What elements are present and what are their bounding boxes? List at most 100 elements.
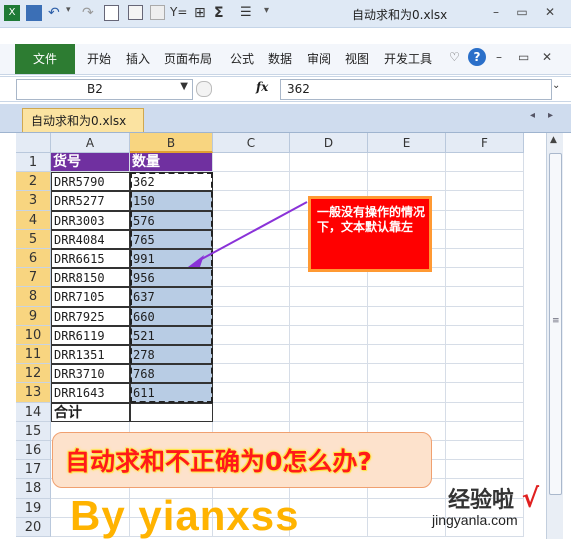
cell-c13[interactable] (213, 383, 290, 403)
cell-e13[interactable] (368, 383, 446, 403)
row-header-6[interactable]: 6 (16, 249, 51, 269)
tab-file[interactable]: 文件 (15, 44, 75, 74)
tab-home[interactable]: 开始 (87, 50, 111, 67)
cell-d8[interactable] (290, 287, 368, 307)
tab-view[interactable]: 视图 (345, 50, 369, 67)
row-header-9[interactable]: 9 (16, 306, 51, 326)
column-header-c[interactable]: C (213, 133, 290, 153)
cell-b13[interactable]: 611 (130, 383, 213, 403)
cell-f6[interactable] (446, 249, 524, 269)
cell-a6[interactable]: DRR6615 (51, 249, 130, 269)
row-header-3[interactable]: 3 (16, 191, 51, 211)
cell-f7[interactable] (446, 268, 524, 288)
tab-scroll-right-icon[interactable]: ▸ (548, 110, 553, 121)
expand-formula-bar-icon[interactable]: ⌄ (552, 80, 560, 91)
cell-b14[interactable] (130, 402, 213, 422)
cell-f2[interactable] (446, 172, 524, 192)
cell-a3[interactable]: DRR5277 (51, 191, 130, 211)
column-header-d[interactable]: D (290, 133, 368, 153)
cell-a11[interactable]: DRR1351 (51, 345, 130, 365)
cell-d2[interactable] (290, 172, 368, 192)
cell-e9[interactable] (368, 306, 446, 326)
filter-icon[interactable]: Y= (170, 5, 187, 21)
autosum-icon[interactable]: Σ (214, 5, 230, 21)
row-header-16[interactable]: 16 (16, 441, 51, 461)
row-header-2[interactable]: 2 (16, 172, 51, 192)
borders-icon[interactable]: ⊞ (194, 5, 210, 21)
cell-e11[interactable] (368, 345, 446, 365)
help-icon[interactable]: ? (468, 48, 486, 66)
row-header-4[interactable]: 4 (16, 210, 51, 230)
cell-b12[interactable]: 768 (130, 364, 213, 384)
cell-f10[interactable] (446, 325, 524, 345)
cell-e2[interactable] (368, 172, 446, 192)
tab-insert[interactable]: 插入 (126, 50, 150, 67)
cell-d1[interactable] (290, 153, 368, 173)
tab-scroll-left-icon[interactable]: ◂ (530, 110, 535, 121)
tab-data[interactable]: 数据 (268, 50, 292, 67)
cell-c8[interactable] (213, 287, 290, 307)
cell-b10[interactable]: 521 (130, 325, 213, 345)
scroll-thumb[interactable]: ≡ (549, 153, 562, 495)
vertical-scrollbar[interactable]: ▲ ≡ (546, 133, 563, 539)
cell-f9[interactable] (446, 306, 524, 326)
cell-c9[interactable] (213, 306, 290, 326)
scroll-up-icon[interactable]: ▲ (550, 135, 557, 145)
close-button[interactable]: ✕ (540, 3, 560, 21)
cell-a14[interactable]: 合计 (51, 402, 130, 422)
sort-icon[interactable]: ☰ (240, 5, 256, 21)
cell-e1[interactable] (368, 153, 446, 173)
row-header-14[interactable]: 14 (16, 402, 51, 422)
print-preview-icon[interactable] (104, 5, 119, 21)
name-box-dropdown-icon[interactable]: ▼ (180, 81, 188, 92)
cell-f15[interactable] (446, 421, 524, 441)
column-header-e[interactable]: E (368, 133, 446, 153)
cell-f3[interactable] (446, 191, 524, 211)
cell-d19[interactable] (290, 498, 368, 518)
cell-f16[interactable] (446, 441, 524, 461)
cell-f8[interactable] (446, 287, 524, 307)
cell-e8[interactable] (368, 287, 446, 307)
cell-a9[interactable]: DRR7925 (51, 306, 130, 326)
customize-qat-icon[interactable]: ▾ (264, 5, 280, 21)
cell-c11[interactable] (213, 345, 290, 365)
name-box[interactable]: B2 ▼ (16, 79, 193, 100)
cell-a13[interactable]: DRR1643 (51, 383, 130, 403)
layout-icon[interactable] (128, 5, 143, 20)
cell-a8[interactable]: DRR7105 (51, 287, 130, 307)
workbook-minimize-icon[interactable]: – (496, 50, 502, 64)
minimize-button[interactable]: – (486, 3, 506, 21)
cell-d13[interactable] (290, 383, 368, 403)
cell-d10[interactable] (290, 325, 368, 345)
calculator-icon[interactable] (150, 5, 165, 20)
cell-f13[interactable] (446, 383, 524, 403)
insert-function-icon[interactable]: fx (256, 80, 268, 94)
cell-b8[interactable]: 637 (130, 287, 213, 307)
cell-c1[interactable] (213, 153, 290, 173)
row-header-13[interactable]: 13 (16, 383, 51, 403)
column-header-f[interactable]: F (446, 133, 524, 153)
cell-f11[interactable] (446, 345, 524, 365)
cell-e12[interactable] (368, 364, 446, 384)
row-header-19[interactable]: 19 (16, 498, 51, 518)
cell-a10[interactable]: DRR6119 (51, 325, 130, 345)
cell-c10[interactable] (213, 325, 290, 345)
row-header-1[interactable]: 1 (16, 153, 51, 173)
cell-b11[interactable]: 278 (130, 345, 213, 365)
row-header-15[interactable]: 15 (16, 421, 51, 441)
cell-b1[interactable]: 数量 (130, 153, 213, 173)
cell-f1[interactable] (446, 153, 524, 173)
row-header-7[interactable]: 7 (16, 268, 51, 288)
row-header-5[interactable]: 5 (16, 229, 51, 249)
cell-f4[interactable] (446, 210, 524, 230)
cell-a1[interactable]: 货号 (51, 153, 130, 173)
column-header-a[interactable]: A (51, 133, 130, 153)
ribbon-minimize-icon[interactable]: ♡ (449, 50, 460, 64)
select-all-corner[interactable] (16, 133, 51, 153)
cell-a7[interactable]: DRR8150 (51, 268, 130, 288)
cell-f12[interactable] (446, 364, 524, 384)
cell-d20[interactable] (290, 517, 368, 537)
cell-b9[interactable]: 660 (130, 306, 213, 326)
row-header-8[interactable]: 8 (16, 287, 51, 307)
workbook-tab[interactable]: 自动求和为0.xlsx (22, 108, 144, 132)
